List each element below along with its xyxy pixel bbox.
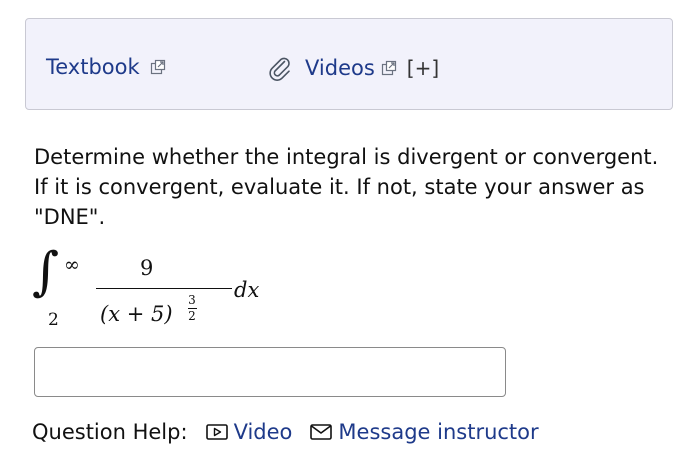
video-help-link[interactable]: Video bbox=[205, 420, 293, 444]
question-prompt: Determine whether the integral is diverg… bbox=[34, 145, 659, 229]
lower-limit: 2 bbox=[48, 310, 59, 330]
resources-panel: Textbook Videos [+] bbox=[25, 18, 673, 110]
integral-expression: ∫ ∞ 2 9 (x + 5) 3 2 dx bbox=[32, 246, 292, 334]
play-box-icon bbox=[205, 424, 228, 440]
message-instructor-link[interactable]: Message instructor bbox=[310, 420, 539, 444]
video-help-label: Video bbox=[233, 420, 293, 444]
textbook-label: Textbook bbox=[46, 55, 140, 79]
videos-label: Videos bbox=[305, 56, 375, 80]
answer-input[interactable] bbox=[34, 347, 506, 397]
question-help: Question Help: Video Message instructor bbox=[32, 420, 539, 444]
fraction-bar bbox=[96, 288, 232, 289]
page: Textbook Videos [+] Determine whether th… bbox=[0, 0, 700, 450]
videos-link[interactable]: Videos [+] bbox=[267, 55, 439, 81]
exponent-fraction: 3 2 bbox=[186, 294, 198, 323]
integral-sign: ∫ bbox=[32, 242, 60, 302]
expand-toggle[interactable]: [+] bbox=[407, 56, 439, 80]
fraction-denominator: (x + 5) bbox=[100, 302, 173, 326]
fraction-numerator: 9 bbox=[140, 256, 154, 280]
message-instructor-label: Message instructor bbox=[338, 420, 539, 444]
textbook-link[interactable]: Textbook bbox=[46, 55, 166, 79]
exponent-denominator: 2 bbox=[188, 309, 196, 323]
paperclip-icon bbox=[269, 57, 290, 81]
differential: dx bbox=[234, 278, 260, 302]
exponent-numerator: 3 bbox=[188, 293, 196, 307]
question-help-label: Question Help: bbox=[32, 420, 188, 444]
envelope-icon bbox=[310, 424, 333, 440]
external-link-icon bbox=[150, 59, 165, 75]
upper-limit: ∞ bbox=[64, 254, 80, 276]
external-link-icon bbox=[381, 60, 396, 76]
